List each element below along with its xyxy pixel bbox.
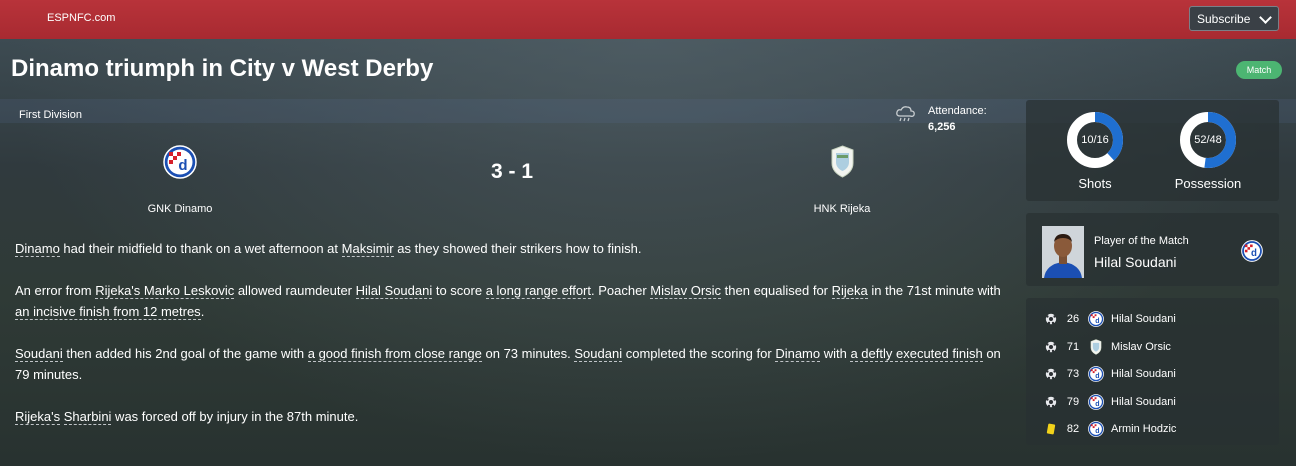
dinamo-crest-icon: d (1088, 311, 1104, 327)
report-text: with (820, 346, 851, 361)
report-text: . (200, 304, 205, 319)
home-team-name[interactable]: GNK Dinamo (130, 203, 230, 215)
club-link[interactable]: Rijeka (831, 283, 868, 299)
stadium-link[interactable]: Maksimir (341, 241, 394, 257)
event-player[interactable]: Armin Hodzic (1111, 423, 1176, 435)
club-link[interactable]: Dinamo (15, 241, 60, 257)
report-text: was forced off by injury in the 87th min… (111, 409, 359, 424)
dinamo-crest-icon[interactable]: d (1241, 240, 1263, 262)
shots-label: Shots (1078, 176, 1112, 191)
svg-text:d: d (1251, 248, 1257, 259)
report-paragraph: Soudani then added his 2nd goal of the g… (15, 343, 1005, 385)
rijeka-crest-icon[interactable] (829, 145, 856, 178)
player-avatar (1042, 226, 1084, 278)
ball-icon (1045, 341, 1057, 353)
svg-text:d: d (1095, 318, 1099, 325)
club-link[interactable]: Rijeka's (15, 409, 61, 425)
dinamo-crest-icon: d (1088, 394, 1104, 410)
player-link[interactable]: Soudani (15, 346, 63, 362)
possession-value: 52/48 (1194, 134, 1222, 146)
report-text: completed the scoring for (622, 346, 776, 361)
potm-label: Player of the Match (1094, 235, 1189, 247)
goal-link[interactable]: a long range effort (485, 283, 591, 299)
event-minute: 26 (1066, 313, 1080, 325)
competition-name[interactable]: First Division (19, 109, 82, 121)
ball-icon (1045, 396, 1057, 408)
dinamo-crest-icon: d (1088, 366, 1104, 382)
player-link[interactable]: Hilal Soudani (355, 283, 433, 299)
attendance-label: Attendance: (928, 105, 987, 117)
report-text: then equalised for (721, 283, 832, 298)
player-link[interactable]: Soudani (574, 346, 623, 362)
report-text: on 73 minutes. (481, 346, 575, 361)
rijeka-crest-icon (1090, 339, 1102, 355)
report-text: allowed raumdeuter (234, 283, 356, 298)
player-link[interactable]: Rijeka's Marko Leskovic (95, 283, 235, 299)
match-report: Dinamo had their midfield to thank on a … (15, 238, 1005, 448)
report-paragraph: An error from Rijeka's Marko Leskovic al… (15, 280, 1005, 322)
svg-text:d: d (178, 157, 187, 174)
event-player[interactable]: Mislav Orsic (1111, 341, 1171, 353)
ball-icon (1045, 368, 1057, 380)
match-badge[interactable]: Match (1236, 61, 1282, 79)
player-link[interactable]: Mislav Orsic (650, 283, 722, 299)
attendance-value: 6,256 (928, 121, 956, 133)
chevron-down-icon (1259, 11, 1272, 24)
rain-cloud-icon (896, 106, 915, 122)
top-bar: ESPNFC.com Subscribe (0, 0, 1296, 39)
report-text: as they showed their strikers how to fin… (393, 241, 642, 256)
ball-icon (1045, 313, 1057, 325)
event-minute: 71 (1066, 341, 1080, 353)
report-text: to score (432, 283, 486, 298)
svg-text:d: d (1095, 373, 1099, 380)
event-player[interactable]: Hilal Soudani (1111, 396, 1176, 408)
report-text: had their midfield to thank on a wet aft… (59, 241, 342, 256)
dinamo-crest-icon: d (1088, 421, 1104, 437)
event-player[interactable]: Hilal Soudani (1111, 313, 1176, 325)
potm-player-name[interactable]: Hilal Soudani (1094, 254, 1177, 270)
svg-text:d: d (1095, 401, 1099, 408)
dinamo-crest-icon[interactable]: d (163, 145, 197, 179)
goal-link[interactable]: an incisive finish from 12 metres (15, 304, 201, 320)
event-minute: 79 (1066, 396, 1080, 408)
report-paragraph: Dinamo had their midfield to thank on a … (15, 238, 1005, 259)
report-text: then added his 2nd goal of the game with (62, 346, 308, 361)
event-player[interactable]: Hilal Soudani (1111, 368, 1176, 380)
subscribe-button[interactable]: Subscribe (1189, 6, 1279, 31)
page-title: Dinamo triumph in City v West Derby (11, 55, 434, 82)
report-text: An error from (15, 283, 96, 298)
svg-text:d: d (1095, 428, 1099, 435)
report-text: . Poacher (591, 283, 651, 298)
player-link[interactable]: Sharbini (63, 409, 112, 425)
away-team-name[interactable]: HNK Rijeka (792, 203, 892, 215)
report-paragraph: Rijeka's Sharbini was forced off by inju… (15, 406, 1005, 427)
club-link[interactable]: Dinamo (775, 346, 821, 362)
report-text: in the 71st minute with (867, 283, 1001, 298)
subscribe-label: Subscribe (1197, 11, 1251, 26)
event-minute: 73 (1066, 368, 1080, 380)
shots-value: 10/16 (1081, 134, 1109, 146)
brand-logo[interactable]: ESPNFC.com (47, 12, 115, 24)
event-minute: 82 (1066, 423, 1080, 435)
possession-label: Possession (1174, 176, 1242, 191)
yellow-card-icon (1046, 423, 1056, 435)
match-score: 3 - 1 (490, 160, 534, 183)
goal-link[interactable]: a good finish from close range (307, 346, 482, 362)
player-photo[interactable] (1042, 226, 1084, 278)
goal-link[interactable]: a deftly executed finish (850, 346, 983, 362)
